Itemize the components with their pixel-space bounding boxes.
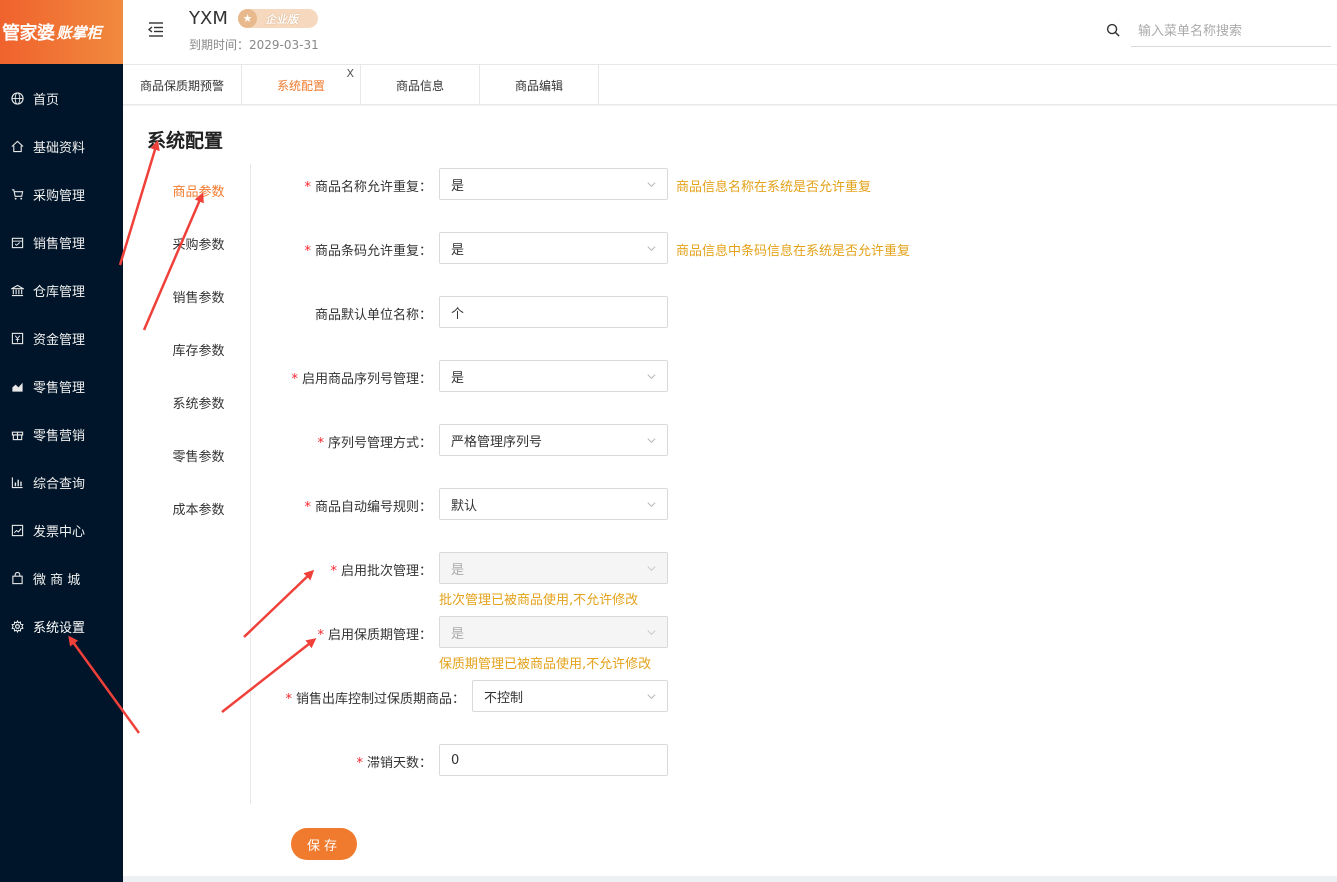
logo[interactable]: 管家婆 账掌柜 <box>0 0 123 64</box>
chevron-down-icon <box>647 438 656 444</box>
sidebar-item-funds[interactable]: 资金管理 <box>0 314 123 362</box>
sidebar-item-query[interactable]: 综合查询 <box>0 458 123 506</box>
chevron-down-icon <box>647 630 656 636</box>
save-button[interactable]: 保存 <box>291 828 357 860</box>
sidebar-item-marketing[interactable]: 零售营销 <box>0 410 123 458</box>
hint-barcode-duplicate: 商品信息中条码信息在系统是否允许重复 <box>676 244 911 259</box>
field-label-batch: * 启用批次管理： <box>330 564 432 579</box>
globe-icon <box>10 91 24 105</box>
field-label-name-duplicate: * 商品名称允许重复： <box>304 180 432 195</box>
cart-icon <box>10 187 24 201</box>
select-serial-mode[interactable]: 严格管理序列号 <box>439 424 668 456</box>
select-serial-enable[interactable]: 是 <box>439 360 668 392</box>
logo-sub: 账掌柜 <box>56 23 102 42</box>
sidebar-item-label: 首页 <box>33 92 60 108</box>
sidebar-item-label: 系统设置 <box>33 620 86 636</box>
input-default-unit[interactable]: 个 <box>439 296 668 328</box>
chevron-down-icon <box>647 182 656 188</box>
select-expired-control[interactable]: 不控制 <box>472 680 668 712</box>
sidebar: 管家婆 账掌柜 首页 基础资料 采购管理 销售管理 仓库管理 资金管理 零售管理… <box>0 0 123 882</box>
gear-icon <box>10 619 24 633</box>
field-label-serial-enable: * 启用商品序列号管理： <box>291 372 432 387</box>
hint-name-duplicate: 商品信息名称在系统是否允许重复 <box>676 180 872 195</box>
input-slow-days[interactable]: 0 <box>439 744 668 776</box>
menu-search-input[interactable] <box>1131 17 1331 47</box>
sidebar-item-label: 综合查询 <box>33 476 86 492</box>
sidebar-item-mall[interactable]: 微 商 城 <box>0 554 123 602</box>
hint-shelf-life: 保质期管理已被商品使用,不允许修改 <box>439 657 652 672</box>
page-title: 系统配置 <box>147 130 224 152</box>
chevron-down-icon <box>647 694 656 700</box>
select-name-duplicate[interactable]: 是 <box>439 168 668 200</box>
tab-label: 商品保质期预警 <box>139 78 224 93</box>
chevron-down-icon <box>647 374 656 380</box>
hint-batch: 批次管理已被商品使用,不允许修改 <box>439 593 639 608</box>
main-content: 系统配置 商品参数 采购参数 销售参数 库存参数 系统参数 零售参数 成本参数 … <box>123 106 1337 876</box>
select-batch-disabled: 是 <box>439 552 668 584</box>
yen-icon <box>10 331 24 345</box>
tab-label: 商品编辑 <box>514 78 563 93</box>
tab-system-config[interactable]: 系统配置 X <box>242 65 361 105</box>
sidebar-menu: 首页 基础资料 采购管理 销售管理 仓库管理 资金管理 零售管理 零售营销 综合… <box>0 74 123 650</box>
bar-chart-icon <box>10 475 24 489</box>
sidebar-item-label: 资金管理 <box>33 332 86 348</box>
close-icon[interactable]: X <box>346 67 354 80</box>
tab-product-info[interactable]: 商品信息 <box>361 65 480 105</box>
area-chart-icon <box>10 379 24 393</box>
field-label-expired-control: * 销售出库控制过保质期商品： <box>285 692 465 707</box>
field-label-default-unit: 商品默认单位名称： <box>314 308 432 323</box>
expire-date: 到期时间：2029-03-31 <box>189 38 319 52</box>
sidebar-item-retail[interactable]: 零售管理 <box>0 362 123 410</box>
top-header: YXM ★ 企业版 到期时间：2029-03-31 <box>123 0 1337 65</box>
field-label-serial-mode: * 序列号管理方式： <box>317 436 432 451</box>
edition-badge: ★ 企业版 <box>238 9 318 28</box>
chevron-down-icon <box>647 502 656 508</box>
gift-icon <box>10 427 24 441</box>
chevron-down-icon <box>647 566 656 572</box>
param-subnav: 商品参数 采购参数 销售参数 库存参数 系统参数 零售参数 成本参数 <box>147 164 251 804</box>
bag-icon <box>10 571 24 585</box>
sidebar-item-purchase[interactable]: 采购管理 <box>0 170 123 218</box>
field-label-barcode-duplicate: * 商品条码允许重复： <box>304 244 432 259</box>
tab-expiry-warning[interactable]: 商品保质期预警 <box>123 65 242 105</box>
edition-label: 企业版 <box>265 12 298 26</box>
tab-product-edit[interactable]: 商品编辑 <box>480 65 599 105</box>
company-name: YXM <box>189 8 228 29</box>
sidebar-item-label: 发票中心 <box>33 524 86 540</box>
calendar-icon <box>10 235 24 249</box>
sidebar-item-home[interactable]: 首页 <box>0 74 123 122</box>
field-label-shelf-life: * 启用保质期管理： <box>317 628 432 643</box>
sidebar-item-label: 仓库管理 <box>33 284 86 300</box>
home-icon <box>10 139 24 153</box>
field-label-slow-days: * 滞销天数： <box>356 756 432 771</box>
field-label-auto-code: * 商品自动编号规则： <box>304 500 432 515</box>
bottom-strip <box>123 876 1337 882</box>
tab-bar: 商品保质期预警 系统配置 X 商品信息 商品编辑 <box>123 65 1337 105</box>
sidebar-item-warehouse[interactable]: 仓库管理 <box>0 266 123 314</box>
sidebar-item-system-settings[interactable]: 系统设置 <box>0 602 123 650</box>
sidebar-item-label: 零售营销 <box>33 428 86 444</box>
logo-main: 管家婆 <box>2 23 55 44</box>
star-icon: ★ <box>238 9 257 28</box>
bank-icon <box>10 283 24 297</box>
select-shelf-life-disabled: 是 <box>439 616 668 648</box>
sidebar-item-label: 零售管理 <box>33 380 86 396</box>
select-barcode-duplicate[interactable]: 是 <box>439 232 668 264</box>
tab-label: 商品信息 <box>395 78 444 93</box>
line-chart-icon <box>10 523 24 537</box>
sidebar-item-label: 采购管理 <box>33 188 86 204</box>
tab-label: 系统配置 <box>276 78 325 93</box>
sidebar-item-invoice[interactable]: 发票中心 <box>0 506 123 554</box>
sidebar-item-sales[interactable]: 销售管理 <box>0 218 123 266</box>
sidebar-item-basic-data[interactable]: 基础资料 <box>0 122 123 170</box>
sidebar-item-label: 基础资料 <box>33 140 86 156</box>
sidebar-item-label: 微 商 城 <box>33 572 81 588</box>
search-icon[interactable] <box>1106 23 1122 39</box>
menu-fold-icon[interactable] <box>147 20 165 38</box>
chevron-down-icon <box>647 246 656 252</box>
sidebar-item-label: 销售管理 <box>33 236 86 252</box>
select-auto-code[interactable]: 默认 <box>439 488 668 520</box>
